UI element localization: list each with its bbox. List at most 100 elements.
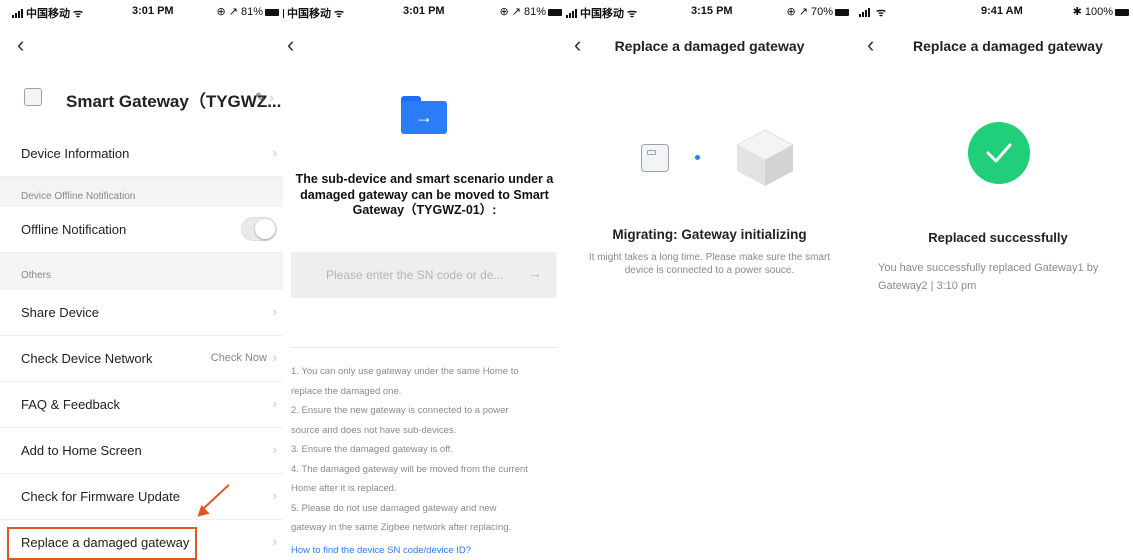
signal-bars-icon (859, 8, 871, 17)
migration-status-title: Migrating: Gateway initializing (612, 227, 807, 242)
progress-dot-icon (695, 155, 700, 160)
row-device-information[interactable]: Device Information › (0, 131, 283, 177)
battery-icon (265, 9, 279, 16)
note-line: Home after it is replaced. (291, 483, 397, 494)
note-line: 1. You can only use gateway under the sa… (291, 366, 519, 377)
carrier-label: 中国移动 (580, 8, 624, 20)
migration-status-desc: It might takes a long time. Please make … (588, 252, 831, 276)
status-time: 3:15 PM (691, 5, 733, 17)
battery-percent: ✱ 100% (1072, 6, 1113, 18)
submit-arrow-icon[interactable]: → (528, 265, 542, 281)
result-title: Replaced successfully (928, 230, 1068, 245)
page-title: Replace a damaged gateway (913, 38, 1103, 54)
success-screen: ᯤ 9:41 AM ✱ 100% ‹ Replace a damaged gat… (853, 0, 1133, 560)
status-right: ⊕ ↗ 81% (499, 5, 562, 18)
status-bar: 中国移动 ᯤ 3:01 PM ⊕ ↗ 81% (283, 0, 566, 22)
signal-bars-icon (12, 9, 24, 18)
folder-transfer-icon: → (401, 96, 447, 134)
signal-bars-icon (566, 9, 578, 18)
status-time: 3:01 PM (403, 5, 445, 17)
arrow-right-icon: → (401, 101, 447, 134)
signal-indicator: 中国移动 ᯤ (12, 5, 83, 21)
device-header: Smart Gateway（TYGWZ... ✎ › (0, 78, 283, 118)
row-add-home-screen[interactable]: Add to Home Screen › (0, 428, 283, 474)
toggle-knob (255, 219, 275, 239)
row-label: Add to Home Screen (21, 443, 142, 458)
note-line: replace the damaged one. (291, 385, 402, 397)
status-right: ✱ 100% (1073, 5, 1129, 18)
status-time: 3:01 PM (132, 5, 174, 17)
row-check-device-network[interactable]: Check Device Network Check Now › (0, 336, 283, 382)
chevron-right-icon: › (272, 488, 277, 503)
note-line: 4. The damaged gateway will be moved fro… (291, 463, 528, 475)
old-gateway-icon (641, 144, 669, 172)
new-gateway-icon (734, 126, 796, 193)
status-bar: ᯤ 9:41 AM ✱ 100% (853, 0, 1133, 22)
note-line: 3. Ensure the damaged gateway is off. (291, 444, 453, 455)
edit-icon[interactable]: ✎ › (255, 90, 274, 106)
row-offline-notification: Offline Notification (0, 207, 283, 253)
row-label: Share Device (21, 305, 100, 320)
note-line: 2. Ensure the new gateway is connected t… (291, 405, 509, 416)
row-share-device[interactable]: Share Device › (0, 290, 283, 336)
status-right: ⊕ ↗ 81% (216, 5, 279, 18)
gateway-icon (24, 88, 42, 106)
gateway-indicator (647, 150, 656, 155)
row-label: FAQ & Feedback (21, 397, 120, 412)
chevron-right-icon: › (272, 442, 277, 457)
divider (291, 347, 557, 348)
battery-icon (835, 9, 849, 16)
battery-icon (548, 9, 562, 16)
battery-percent: ⊕ ↗ 81% (216, 6, 263, 18)
row-label: Check for Firmware Update (21, 489, 180, 504)
device-settings-screen: 中国移动 ᯤ 3:01 PM ⊕ ↗ 81% ‹ Smart Gateway（T… (0, 0, 283, 560)
status-bar: 中国移动 ᯤ 3:01 PM ⊕ ↗ 81% (0, 0, 283, 22)
section-header-others: Others (0, 253, 283, 290)
note-line: source and does not have sub-devices. (291, 424, 457, 436)
sn-code-input[interactable]: Please enter the SN code or de... → (291, 252, 556, 298)
chevron-right-icon: › (272, 304, 277, 319)
row-faq-feedback[interactable]: FAQ & Feedback › (0, 382, 283, 428)
check-now-link[interactable]: Check Now (211, 352, 267, 364)
battery-icon (1115, 9, 1129, 16)
battery-percent: ⊕ ↗ 81% (499, 6, 546, 18)
note-line: 5. Please do not use damaged gateway and… (291, 502, 497, 514)
chevron-right-icon: › (272, 396, 277, 411)
row-label: Check Device Network (21, 351, 153, 366)
chevron-right-icon: › (269, 90, 274, 105)
signal-indicator: 中国移动 ᯤ (566, 5, 637, 21)
section-label: Device Offline Notification (21, 191, 136, 202)
row-label: Device Information (21, 146, 130, 161)
highlight-box (7, 527, 197, 560)
device-name: Smart Gateway（TYGWZ... (66, 92, 282, 111)
status-bar: 中国移动 ᯤ 3:15 PM ⊕ ↗ 70% (566, 0, 853, 22)
page-title: Replace a damaged gateway (614, 38, 805, 54)
carrier-label: 中国移动 (287, 8, 331, 20)
sn-entry-screen: 中国移动 ᯤ 3:01 PM ⊕ ↗ 81% ‹ → The sub-devic… (283, 0, 566, 560)
row-firmware-update[interactable]: Check for Firmware Update › (0, 474, 283, 520)
sn-help-link[interactable]: How to find the device SN code/device ID… (291, 545, 471, 556)
input-placeholder: Please enter the SN code or de... (326, 268, 504, 282)
row-label: Offline Notification (21, 222, 127, 237)
status-time: 9:41 AM (981, 5, 1023, 17)
back-icon[interactable]: ‹ (17, 34, 24, 56)
back-icon[interactable]: ‹ (287, 34, 294, 56)
migration-headline: The sub-device and smart scenario under … (295, 172, 554, 217)
chevron-right-icon: › (272, 145, 277, 160)
signal-indicator: ᯤ (859, 5, 886, 20)
section-label: Others (21, 270, 52, 281)
chevron-right-icon: › (272, 534, 277, 549)
note-line: gateway in the same Zigbee network after… (291, 522, 512, 533)
success-check-icon (968, 122, 1030, 184)
battery-percent: ⊕ ↗ 70% (786, 6, 833, 18)
section-header-offline: Device Offline Notification (0, 177, 283, 207)
instruction-notes: 1. You can only use gateway under the sa… (291, 362, 561, 538)
chevron-right-icon: › (272, 350, 277, 365)
status-right: ⊕ ↗ 70% (786, 5, 849, 18)
signal-bars-icon (283, 9, 285, 18)
migrating-screen: 中国移动 ᯤ 3:15 PM ⊕ ↗ 70% ‹ Replace a damag… (566, 0, 853, 560)
result-description: You have successfully replaced Gateway1 … (878, 262, 1099, 292)
back-icon[interactable]: ‹ (867, 34, 874, 56)
signal-indicator: 中国移动 ᯤ (283, 5, 344, 21)
offline-notification-toggle[interactable] (241, 217, 277, 241)
